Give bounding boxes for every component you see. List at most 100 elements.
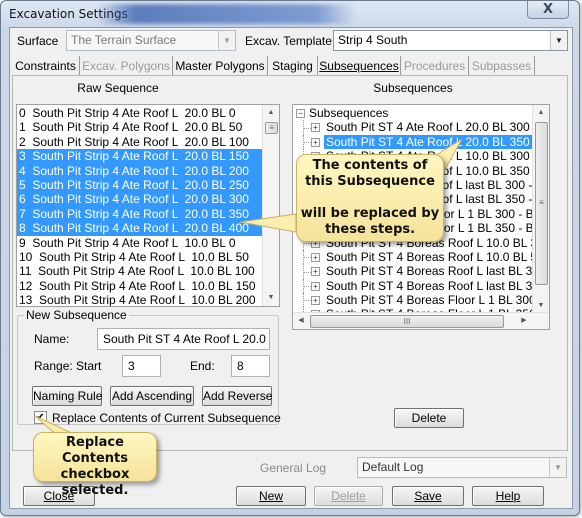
delete-button: Delete [314,486,383,506]
template-label: Excav. Template [245,34,332,48]
raw-sequence-item[interactable]: 4 South Pit Strip 4 Ate Roof L 20.0 BL 2… [17,163,279,178]
help-button-label: Help [495,489,521,503]
tab-strip: Constraints Excav. Polygons Master Polyg… [12,56,570,76]
expand-icon[interactable]: + [311,296,320,306]
expand-icon[interactable]: + [311,123,320,133]
checkbox-callout: Replace Contents checkbox selected. [33,432,157,498]
tree-item[interactable]: + South Pit ST 4 Boreas Roof L last BL 30… [296,264,532,279]
tree-item-label: South Pit ST 4 Ate Roof L 20.0 BL 350 - … [324,134,532,150]
close-window-button[interactable]: X [527,1,569,19]
chevron-down-icon: ▼ [549,458,566,477]
tree-root[interactable]: − Subsequences [296,106,532,120]
raw-sequence-item[interactable]: 3 South Pit Strip 4 Ate Roof L 20.0 BL 1… [17,149,279,164]
tree-item-label: South Pit ST 4 Boreas Roof L last BL 300… [326,264,532,279]
tree-item[interactable]: + South Pit ST 4 Boreas Roof L last BL 35… [296,278,532,294]
tab-master-polygons[interactable]: Master Polygons [173,56,268,76]
tree-connector-h [303,127,311,129]
tree-connector-h [303,271,311,273]
raw-sequence-item[interactable]: 5 South Pit Strip 4 Ate Roof L 20.0 BL 2… [17,177,279,193]
tree-root-label: Subsequences [309,106,389,120]
raw-sequence-item[interactable]: 11 South Pit Strip 4 Ate Roof L 10.0 BL … [17,264,279,278]
scroll-right-icon[interactable]: ▶ [516,313,532,329]
tab-procedures: Procedures [401,56,469,76]
tree-connector [303,249,304,265]
add-ascending-button[interactable]: Add Ascending [110,386,194,406]
scroll-thumb[interactable]: ≡ [535,122,548,285]
tree-horizontal-scrollbar[interactable]: ◀ III ▶ [293,312,549,329]
tree-connector [303,264,304,279]
tree-connector-h [303,242,311,244]
general-log-value: Default Log [362,460,424,474]
tree-connector-h [303,142,311,144]
general-log-combo: Default Log ▼ [357,457,567,478]
tab-subsequences-label: Subsequences [319,59,399,73]
expand-icon[interactable]: + [311,281,320,291]
tree-connector [303,134,304,150]
tab-subsequences[interactable]: Subsequences [318,56,401,76]
background-window-title-blur [96,4,356,24]
chevron-down-icon[interactable]: ▼ [550,31,567,50]
raw-sequence-item[interactable]: 1 South Pit Strip 4 Ate Roof L 20.0 BL 5… [17,120,279,134]
tab-staging[interactable]: Staging [268,56,318,76]
subsequences-header: Subsequences [373,81,453,95]
surface-combo: The Terrain Surface ▼ [66,30,236,51]
tree-vertical-scrollbar[interactable]: ▲ ≡ ▼ [532,105,549,314]
raw-sequence-item[interactable]: 9 South Pit Strip 4 Ate Roof L 10.0 BL 0 [17,236,279,250]
replace-contents-label[interactable]: Replace Contents of Current Subsequence [52,411,281,425]
raw-sequence-item[interactable]: 0 South Pit Strip 4 Ate Roof L 20.0 BL 0 [17,106,279,120]
template-combo[interactable]: Strip 4 South ▼ [333,30,568,51]
expand-icon[interactable]: + [311,267,320,277]
surface-label: Surface [17,34,59,48]
surface-value: The Terrain Surface [71,33,177,47]
save-button[interactable]: Save [392,486,464,506]
tree-item-label: South Pit ST 4 Boreas Floor L 1 BL 300 -… [326,293,532,308]
tree-item-label: South Pit ST 4 Boreas Roof L last BL 350… [326,278,532,293]
save-button-label: Save [414,489,442,503]
tree-connector-h [303,300,311,302]
delete-subsequence-button[interactable]: Delete [394,408,464,428]
general-log-label: General Log [260,461,327,475]
range-start-input[interactable]: 3 [122,355,161,377]
scroll-up-icon[interactable]: ▲ [533,105,549,121]
scroll-up-icon[interactable]: ▲ [263,105,279,121]
tree-connector [303,293,304,308]
scroll-thumb-horizontal[interactable]: III [310,315,504,328]
raw-sequence-scrollbar[interactable]: ▲ ≡ ▼ [262,105,279,306]
add-reverse-button[interactable]: Add Reverse [202,386,272,406]
tree-item[interactable]: + South Pit ST 4 Ate Roof L 20.0 BL 350 -… [296,134,532,150]
subsequences-panel: Raw Sequence 0 South Pit Strip 4 Ate Roo… [12,75,568,451]
scroll-thumb[interactable]: ≡ [265,122,278,134]
tree-item[interactable]: + South Pit ST 4 Boreas Roof L 10.0 BL 50… [296,249,532,265]
naming-rule-button[interactable]: Naming Rule [32,386,102,406]
raw-sequence-header: Raw Sequence [77,81,159,95]
expand-icon[interactable]: + [311,252,320,262]
tree-connector [303,120,304,135]
expand-icon[interactable]: + [311,137,320,147]
raw-sequence-item[interactable]: 7 South Pit Strip 4 Ate Roof L 20.0 BL 3… [17,206,279,222]
raw-sequence-item[interactable]: 12 South Pit Strip 4 Ate Roof L 10.0 BL … [17,279,279,293]
raw-sequence-item[interactable]: 6 South Pit Strip 4 Ate Roof L 20.0 BL 3… [17,192,279,207]
name-input[interactable]: South Pit ST 4 Ate Roof L 20.0 BL 1 [97,328,270,350]
raw-sequence-item[interactable]: 8 South Pit Strip 4 Ate Roof L 20.0 BL 4… [17,221,279,236]
replace-contents-checkbox[interactable]: ✔ [34,411,47,424]
collapse-icon[interactable]: − [296,109,305,118]
raw-sequence-item[interactable]: 13 South Pit Strip 4 Ate Roof L 10.0 BL … [17,293,279,306]
range-start-label: Range: Start [34,359,102,373]
chevron-down-icon: ▼ [218,31,235,50]
tab-subpasses: Subpasses [469,56,535,76]
new-button[interactable]: New [236,486,306,506]
tree-item[interactable]: + South Pit ST 4 Ate Roof L 20.0 BL 300 -… [296,120,532,135]
raw-sequence-list[interactable]: 0 South Pit Strip 4 Ate Roof L 20.0 BL 0… [16,104,280,307]
help-button[interactable]: Help [472,486,544,506]
tab-constraints[interactable]: Constraints [12,56,80,76]
delete-button-label: Delete [331,489,366,503]
raw-sequence-item[interactable]: 2 South Pit Strip 4 Ate Roof L 20.0 BL 1… [17,135,279,149]
tree-item[interactable]: + South Pit ST 4 Boreas Floor L 1 BL 300 … [296,293,532,308]
range-end-label: End: [190,359,215,373]
raw-sequence-item[interactable]: 10 South Pit Strip 4 Ate Roof L 10.0 BL … [17,250,279,264]
tree-connector [303,278,304,294]
scroll-left-icon[interactable]: ◀ [293,313,309,329]
scroll-down-icon[interactable]: ▼ [263,290,279,306]
range-end-input[interactable]: 8 [231,355,270,377]
tree-connector-h [303,286,311,288]
